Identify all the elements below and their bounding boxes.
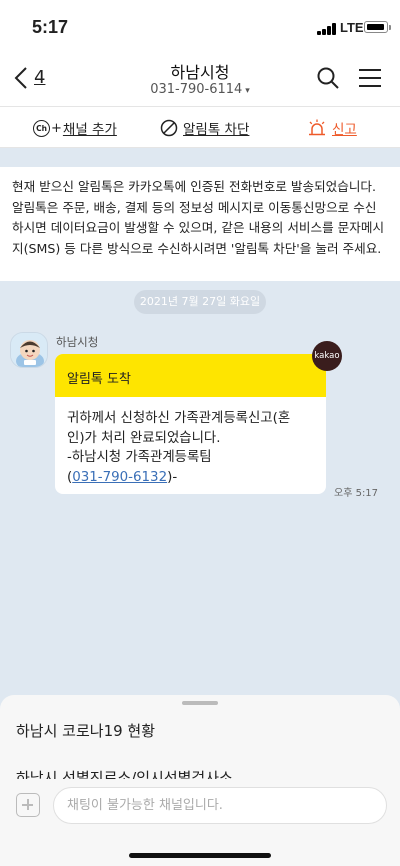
block-alimtalk-label: 알림톡 차단 [183,122,250,138]
chat-input[interactable] [53,787,387,824]
kakao-badge: kakao [312,341,342,371]
report-label: 신고 [332,122,357,138]
attach-button[interactable] [16,793,40,817]
network-label: LTE [340,20,364,35]
message-header: 알림톡 도착 [55,354,326,397]
menu-item-covid-status[interactable]: 하남시 코로나19 현황 [16,720,155,741]
message-phone-line: (031-790-6132)- [67,468,312,488]
phone-link[interactable]: 031-790-6132 [72,470,167,485]
block-icon [160,119,178,137]
message-line: -하남시청 가족관계등록팀 [67,450,212,465]
block-alimtalk-button[interactable]: 알림톡 차단 [160,117,249,139]
battery-icon [364,21,388,33]
mascot-avatar-icon [11,333,47,367]
siren-icon [309,119,325,136]
search-icon [317,67,339,89]
caret-down-icon: ▾ [245,86,250,96]
menu-button[interactable] [357,66,383,90]
channel-phone[interactable]: 031-790-6114 ▾ [0,82,400,97]
chat-input-bar [0,779,400,834]
sheet-grabber[interactable] [182,701,218,705]
add-channel-button[interactable]: Ch + 채널 추가 [33,117,117,139]
channel-avatar[interactable] [10,332,48,368]
bottom-menu-sheet: 하남시 코로나19 현황 하남시 선별진료소/임시선별검사소 [0,695,400,866]
channel-action-bar: Ch + 채널 추가 알림톡 차단 신고 [0,106,400,148]
status-time: 5:17 [32,17,69,37]
search-button[interactable] [316,66,340,90]
channel-icon: Ch [33,119,50,137]
hamburger-menu-icon [359,69,381,87]
chat-header: 4 하남시청 031-790-6114 ▾ [0,54,400,106]
signal-icon [317,23,337,35]
status-bar: 5:17 LTE [0,0,400,54]
message-bubble: 알림톡 도착 귀하께서 신청하신 가족관계등록신고(혼 인)가 처리 완료되었습… [55,354,326,494]
battery-cap [389,25,391,30]
channel-title: 하남시청 [170,63,230,82]
alimtalk-notice: 현재 받으신 알림톡은 카카오톡에 인증된 전화번호로 발송되었습니다. 알림톡… [0,167,400,281]
home-indicator [129,853,271,858]
message-time: 오후 5:17 [334,488,379,499]
date-divider: 2021년 7월 27일 화요일 [134,290,266,314]
plus-icon: + [51,120,62,136]
chat-screen: 5:17 LTE 4 하남시청 031-790-6114 ▾ Ch + 채널 추… [0,0,400,866]
paren-close: )- [167,469,178,485]
sender-name: 하남시청 [56,335,99,349]
channel-phone-text: 031-790-6114 [150,82,243,97]
message-body: 귀하께서 신청하신 가족관계등록신고(혼 인)가 처리 완료되었습니다. -하남… [55,397,326,487]
message-line: 귀하께서 신청하신 가족관계등록신고(혼 [67,411,291,426]
add-channel-label: 채널 추가 [62,122,117,138]
message-line: 인)가 처리 완료되었습니다. [67,430,221,446]
report-button[interactable]: 신고 [307,117,357,139]
